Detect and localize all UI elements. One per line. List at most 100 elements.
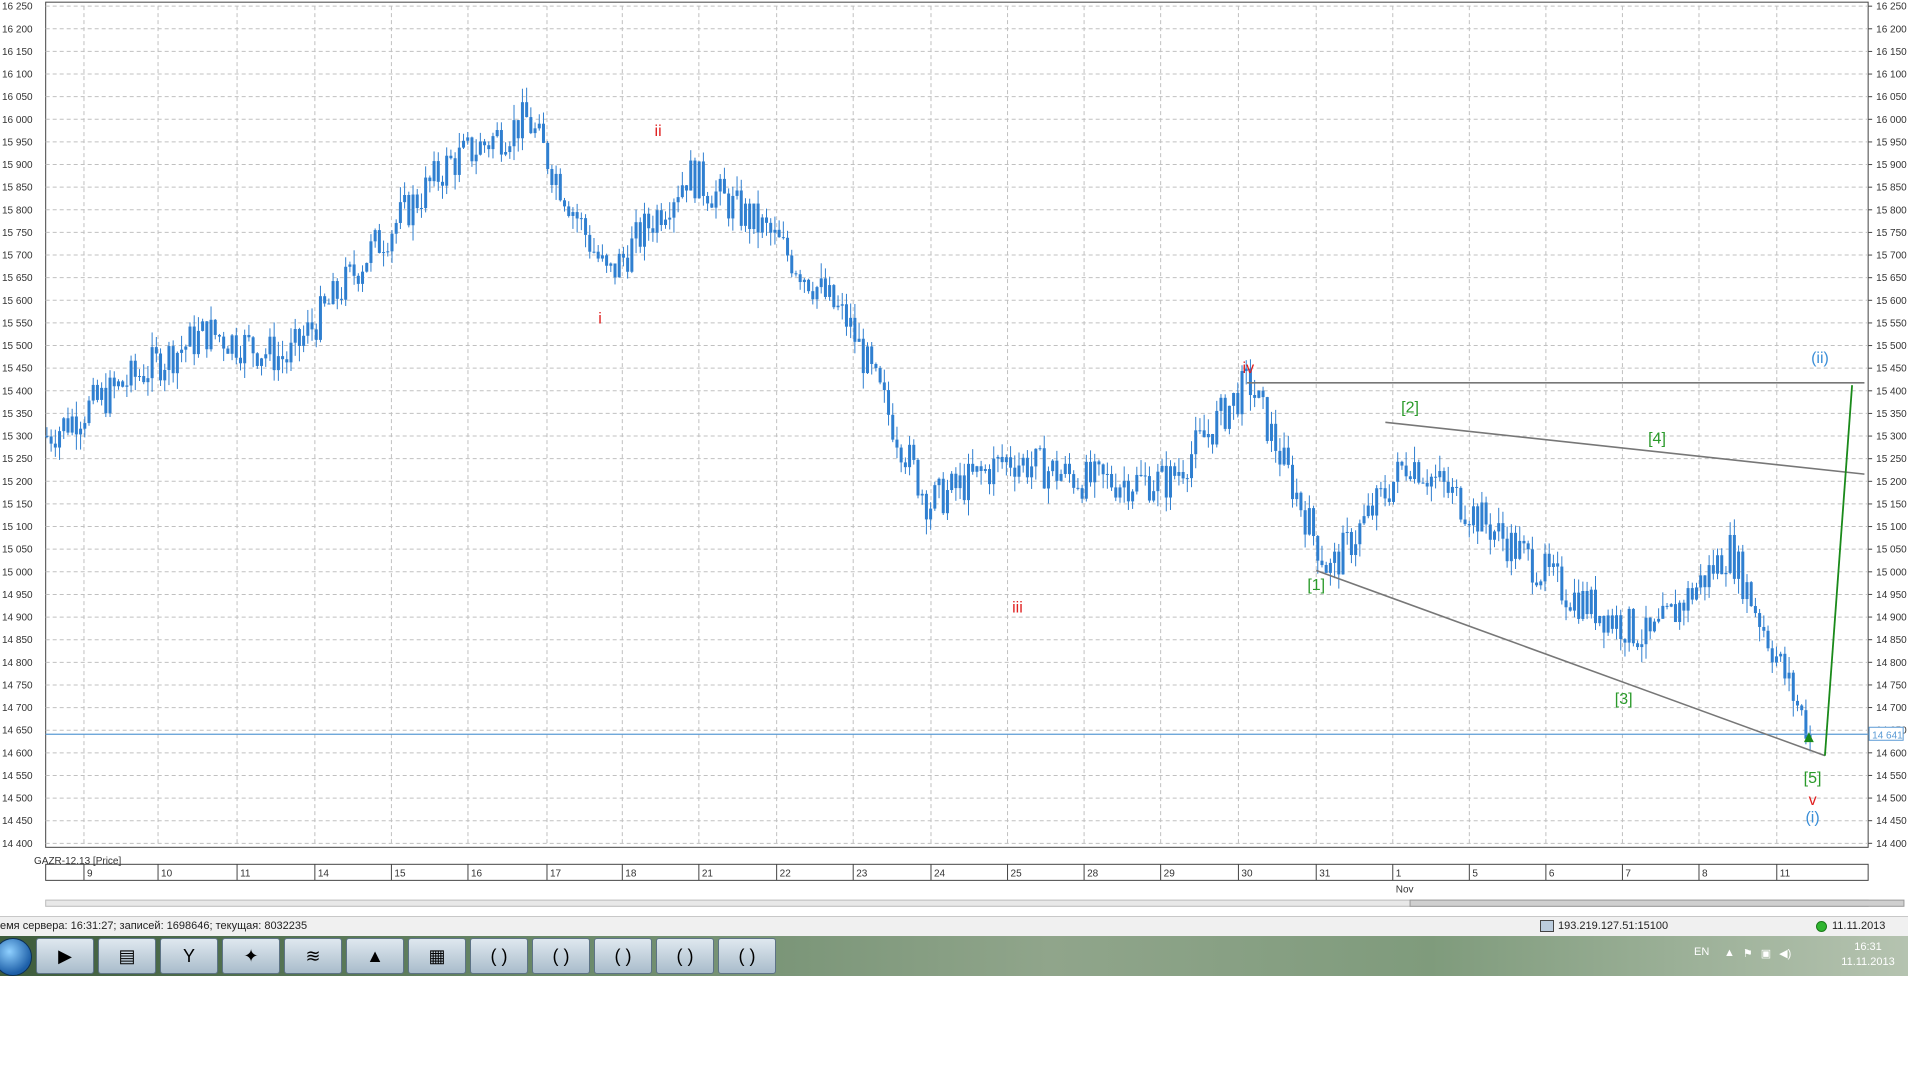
taskbar-button-media-player-icon[interactable]: ▶ — [36, 938, 94, 974]
candle-body — [1539, 581, 1543, 586]
candle-body — [66, 418, 70, 433]
candle-body — [1316, 536, 1320, 561]
price-tick-label-left: 14 500 — [2, 794, 33, 805]
tray-clock[interactable]: 16:31 11.11.2013 — [1838, 940, 1898, 970]
candle-body — [487, 145, 491, 150]
quik-icon: ( ) — [614, 945, 632, 966]
price-tick-label-left: 14 650 — [2, 726, 33, 737]
candle-body — [621, 253, 625, 258]
candle-body — [205, 321, 209, 350]
candle-body — [1694, 587, 1698, 600]
candle-body — [541, 123, 545, 143]
candle-body — [175, 352, 179, 374]
candle-body — [794, 273, 798, 275]
candle-body — [1383, 488, 1387, 499]
candle-body — [933, 485, 937, 509]
candle-body — [1185, 478, 1189, 480]
taskbar-button-alpari-icon[interactable]: ≋ — [284, 938, 342, 974]
price-tick-label-left: 15 600 — [2, 296, 33, 307]
date-tick-label: 17 — [550, 869, 562, 880]
tray-icons: ▲ ⚑ ▣ ◀) — [1724, 947, 1791, 960]
price-tick-label-right: 15 450 — [1876, 364, 1907, 375]
price-tick-label-left: 16 050 — [2, 92, 33, 103]
candle-body — [579, 218, 583, 220]
taskbar-button-folder-icon[interactable]: ▤ — [98, 938, 156, 974]
candle-body — [1455, 486, 1459, 488]
candle-body — [1038, 448, 1042, 450]
candle-body — [600, 255, 604, 259]
price-tick-label-left: 14 550 — [2, 771, 33, 782]
candle-body — [1240, 371, 1244, 415]
date-tick-label: 1 — [1396, 869, 1402, 880]
taskbar-button-quik-icon[interactable]: ( ) — [470, 938, 528, 974]
candle-body — [714, 191, 718, 208]
scrollbar-thumb[interactable] — [1409, 899, 1905, 907]
date-tick-label: 28 — [1087, 869, 1099, 880]
status-server-text: емя сервера: 16:31:27; записей: 1698646;… — [0, 920, 308, 932]
candle-body — [1425, 482, 1429, 487]
candle-body — [70, 416, 74, 433]
connection-status[interactable]: 193.219.127.51:15100 — [1540, 920, 1668, 932]
candle-body — [798, 274, 802, 283]
candle-body — [192, 326, 196, 355]
price-tick-label-right: 15 600 — [1876, 296, 1907, 307]
price-tick-label-left: 15 200 — [2, 477, 33, 488]
candle-body — [382, 252, 386, 254]
price-tick-label-left: 15 300 — [2, 432, 33, 443]
candle-body — [1059, 473, 1063, 481]
candle-body — [807, 279, 811, 292]
taskbar-button-quik-icon[interactable]: ( ) — [532, 938, 590, 974]
wave-label: (i) — [1805, 809, 1819, 826]
date-tick-label: 11 — [1780, 869, 1791, 880]
candle-body — [1046, 471, 1050, 489]
candle-body — [137, 376, 141, 378]
candle-body — [377, 230, 381, 253]
candle-body — [462, 140, 466, 148]
candle-body — [1257, 390, 1261, 398]
candle-body — [962, 475, 966, 501]
candle-body — [996, 456, 1000, 459]
price-tick-label-right: 16 150 — [1876, 47, 1907, 58]
candle-body — [1093, 461, 1097, 483]
candle-body — [1703, 575, 1707, 588]
candle-body — [243, 334, 247, 364]
candle-body — [685, 185, 689, 191]
candle-body — [1164, 465, 1168, 498]
taskbar-button-trading-terminal-icon[interactable]: ✦ — [222, 938, 280, 974]
candle-body — [651, 228, 655, 233]
price-chart[interactable]: 16 25016 20016 15016 10016 05016 00015 9… — [0, 0, 1920, 916]
candle-body — [1282, 447, 1286, 465]
taskbar-button-yandex-browser-icon[interactable]: Y — [160, 938, 218, 974]
taskbar-button-quik-icon[interactable]: ( ) — [594, 938, 652, 974]
volume-icon[interactable]: ◀) — [1779, 947, 1791, 960]
candle-body — [1387, 498, 1391, 502]
taskbar-button-calculator-icon[interactable]: ▦ — [408, 938, 466, 974]
show-hidden-icons-icon[interactable]: ▲ — [1724, 947, 1735, 960]
candle-body — [251, 337, 255, 354]
candle-body — [1488, 524, 1492, 540]
language-indicator[interactable]: EN — [1694, 946, 1709, 958]
taskbar-button-quik-icon[interactable]: ( ) — [718, 938, 776, 974]
candle-body — [1345, 531, 1349, 533]
candle-body — [45, 436, 49, 438]
price-tick-label-left: 15 500 — [2, 341, 33, 352]
candle-body — [188, 326, 192, 347]
candle-body — [1232, 393, 1236, 406]
price-tick-label-right: 15 200 — [1876, 477, 1907, 488]
start-button[interactable] — [0, 938, 32, 976]
candle-body — [735, 190, 739, 196]
candle-body — [1278, 450, 1282, 465]
candle-body — [512, 120, 516, 147]
candle-body — [1745, 582, 1749, 600]
price-tick-label-left: 15 150 — [2, 499, 33, 510]
candle-body — [828, 285, 832, 297]
candle-body — [954, 473, 958, 489]
candle-body — [1644, 617, 1648, 645]
candle-body — [769, 222, 773, 233]
taskbar-button-quik-icon[interactable]: ( ) — [656, 938, 714, 974]
candle-body — [1602, 615, 1606, 633]
flag-icon[interactable]: ⚑ — [1743, 947, 1753, 960]
network-tray-icon[interactable]: ▣ — [1761, 947, 1771, 960]
taskbar-button-triangle-app-icon[interactable]: ▲ — [346, 938, 404, 974]
candle-body — [213, 319, 217, 335]
